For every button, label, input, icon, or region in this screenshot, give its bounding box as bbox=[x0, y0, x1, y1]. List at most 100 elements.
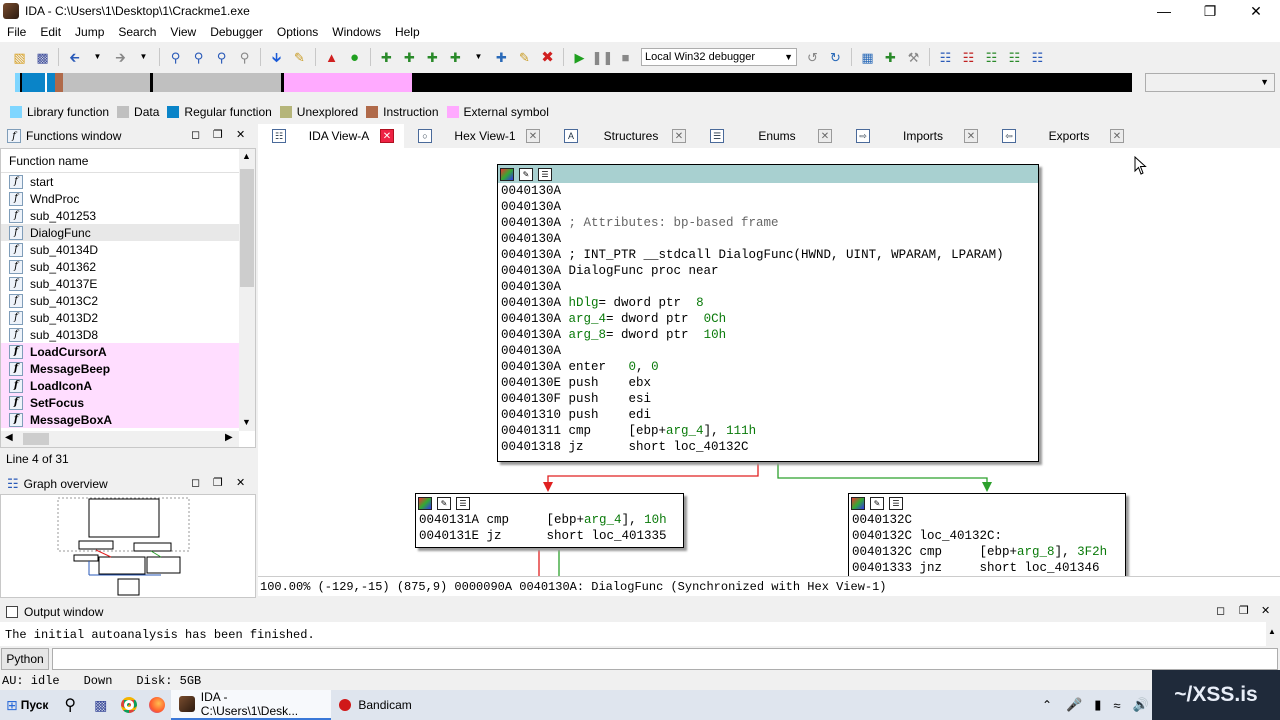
graph-user-xrefs-icon[interactable]: ☷ bbox=[1006, 48, 1024, 66]
close-icon[interactable]: ✕ bbox=[672, 129, 686, 143]
step-over-icon[interactable]: ↻ bbox=[827, 48, 845, 66]
back-arrow-icon[interactable]: 🡰 bbox=[66, 48, 84, 66]
code-line[interactable]: 0040130A arg_8= dword ptr 10h bbox=[498, 327, 1038, 343]
add-breakpoint-icon[interactable]: ✚ bbox=[882, 48, 900, 66]
start-button[interactable]: ⊞ Пуск bbox=[0, 690, 54, 720]
function-item[interactable]: f sub_40137E bbox=[1, 275, 239, 292]
create-data-icon[interactable]: ✚ bbox=[401, 48, 419, 66]
jump-down-arrow-icon[interactable]: 🡳 bbox=[268, 48, 286, 66]
save-disk-icon[interactable]: ▩ bbox=[86, 690, 115, 720]
delete-x-icon[interactable]: ✖ bbox=[539, 48, 557, 66]
pause-icon[interactable]: ❚❚ bbox=[592, 48, 614, 66]
node-color-icon[interactable] bbox=[851, 496, 865, 510]
function-item[interactable]: f sub_40134D bbox=[1, 241, 239, 258]
navigation-band[interactable] bbox=[15, 73, 1132, 92]
functions-vertical-scrollbar[interactable]: ▲ ▼ bbox=[239, 149, 255, 431]
taskbar-task-ida[interactable]: IDA - C:\Users\1\Desk... bbox=[171, 690, 332, 720]
warning-triangle-icon[interactable]: ▲ bbox=[323, 48, 341, 66]
node-color-icon[interactable] bbox=[500, 167, 514, 181]
function-item[interactable]: f MessageBoxA bbox=[1, 411, 239, 428]
code-line[interactable]: 0040130A enter 0, 0 bbox=[498, 359, 1038, 375]
search-next-icon[interactable]: ⚲ bbox=[236, 48, 254, 66]
float-window-icon[interactable]: ◻ bbox=[191, 128, 200, 141]
code-line[interactable]: 0040130A bbox=[498, 279, 1038, 295]
back-dropdown-icon[interactable]: ▼ bbox=[89, 48, 107, 66]
search-binary-icon[interactable]: ⚲ bbox=[190, 48, 208, 66]
create-array-icon[interactable]: ✚ bbox=[447, 48, 465, 66]
menu-help[interactable]: Help bbox=[388, 22, 427, 42]
tools-icon[interactable]: ⚒ bbox=[905, 48, 923, 66]
graph-node-left[interactable]: ✎ ☰ 0040131A cmp [ebp+arg_4], 10h 0040131… bbox=[415, 493, 684, 548]
graph-node-dialogfunc[interactable]: ✎ ☰ 0040130A 0040130A 0040130A ; Attribute… bbox=[497, 164, 1039, 462]
tab-hex-view-1[interactable]: ○ Hex View-1 ✕ bbox=[404, 124, 550, 148]
graph-overview-panel[interactable] bbox=[0, 494, 256, 598]
function-item[interactable]: f SetFocus bbox=[1, 394, 239, 411]
code-line[interactable]: 0040130A bbox=[498, 199, 1038, 215]
tab-structures[interactable]: A Structures ✕ bbox=[550, 124, 696, 148]
code-line[interactable]: 00401310 push edi bbox=[498, 407, 1038, 423]
code-line[interactable]: 0040132C cmp [ebp+arg_8], 3F2h bbox=[849, 544, 1125, 560]
graph-flowchart-icon[interactable]: ☷ bbox=[937, 48, 955, 66]
code-line[interactable]: 0040130A bbox=[498, 343, 1038, 359]
restore-window-icon[interactable]: ❐ bbox=[213, 476, 223, 489]
function-item[interactable]: f start bbox=[1, 173, 239, 190]
function-item[interactable]: f sub_4013D2 bbox=[1, 309, 239, 326]
close-panel-icon[interactable]: ✕ bbox=[1261, 604, 1270, 617]
segments-icon[interactable]: ▦ bbox=[859, 48, 877, 66]
code-line[interactable]: 0040130F push esi bbox=[498, 391, 1038, 407]
stop-icon[interactable]: ■ bbox=[617, 48, 635, 66]
ida-graph-view[interactable]: ✎ ☰ 0040130A 0040130A 0040130A ; Attribute… bbox=[258, 148, 1280, 576]
code-line[interactable]: 0040130A hDlg= dword ptr 8 bbox=[498, 295, 1038, 311]
node-group-icon[interactable]: ☰ bbox=[889, 496, 903, 510]
run-play-icon[interactable]: ▶ bbox=[571, 48, 589, 66]
create-function-icon[interactable]: ✚ bbox=[378, 48, 396, 66]
maximize-button[interactable]: ❐ bbox=[1187, 0, 1233, 22]
code-line[interactable]: 0040130A ; Attributes: bp-based frame bbox=[498, 215, 1038, 231]
search-immediate-icon[interactable]: ⚲ bbox=[213, 48, 231, 66]
menu-options[interactable]: Options bbox=[270, 22, 325, 42]
graph-node-loc-40132c[interactable]: ✎ ☰ 0040132C 0040132C loc_40132C: 0040132C… bbox=[848, 493, 1126, 576]
microphone-icon[interactable]: 🎤 bbox=[1066, 697, 1082, 713]
node-graph-icon[interactable]: ✎ bbox=[437, 496, 451, 510]
menu-file[interactable]: File bbox=[0, 22, 33, 42]
code-line[interactable]: 0040130E push ebx bbox=[498, 375, 1038, 391]
close-panel-icon[interactable]: ✕ bbox=[236, 128, 245, 141]
code-line[interactable]: 0040130A bbox=[498, 231, 1038, 247]
menu-jump[interactable]: Jump bbox=[68, 22, 111, 42]
code-line[interactable]: 0040132C bbox=[849, 512, 1125, 528]
scrollbar-thumb[interactable] bbox=[23, 433, 49, 445]
function-item[interactable]: f sub_4013C2 bbox=[1, 292, 239, 309]
battery-icon[interactable]: ▮ bbox=[1094, 697, 1101, 713]
close-icon[interactable]: ✕ bbox=[1110, 129, 1124, 143]
graph-xrefs-from-icon[interactable]: ☷ bbox=[983, 48, 1001, 66]
search-text-icon[interactable]: ⚲ bbox=[167, 48, 185, 66]
function-name-column-header[interactable]: Function name bbox=[1, 149, 239, 173]
python-command-input[interactable] bbox=[52, 648, 1278, 670]
menu-windows[interactable]: Windows bbox=[325, 22, 388, 42]
chevron-left-icon[interactable]: ◀ bbox=[5, 432, 13, 443]
python-language-button[interactable]: Python bbox=[1, 648, 49, 670]
graph-call-icon[interactable]: ☷ bbox=[1029, 48, 1047, 66]
chevron-down-icon[interactable]: ▼ bbox=[242, 417, 251, 427]
navigation-combo[interactable]: ▼ bbox=[1145, 73, 1275, 92]
tray-chevron-up-icon[interactable]: ⌃ bbox=[1042, 698, 1052, 712]
close-panel-icon[interactable]: ✕ bbox=[236, 476, 245, 489]
node-graph-icon[interactable]: ✎ bbox=[870, 496, 884, 510]
close-icon[interactable]: ✕ bbox=[526, 129, 540, 143]
tab-ida-view-a[interactable]: ☷ IDA View-A ✕ bbox=[258, 124, 404, 148]
code-line[interactable]: 0040130A arg_4= dword ptr 0Ch bbox=[498, 311, 1038, 327]
close-icon[interactable]: ✕ bbox=[964, 129, 978, 143]
float-window-icon[interactable]: ◻ bbox=[1216, 604, 1225, 617]
menu-view[interactable]: View bbox=[163, 22, 203, 42]
create-dropdown-icon[interactable]: ▼ bbox=[470, 48, 488, 66]
create-struct-icon[interactable]: ✚ bbox=[493, 48, 511, 66]
function-item[interactable]: f WndProc bbox=[1, 190, 239, 207]
float-window-icon[interactable]: ◻ bbox=[191, 476, 200, 489]
scrollbar-thumb[interactable] bbox=[240, 169, 254, 287]
close-button[interactable]: ✕ bbox=[1233, 0, 1279, 22]
menu-debugger[interactable]: Debugger bbox=[203, 22, 270, 42]
step-into-icon[interactable]: ↺ bbox=[804, 48, 822, 66]
code-line[interactable]: 00401333 jnz short loc_401346 bbox=[849, 560, 1125, 576]
open-folder-icon[interactable]: ▧ bbox=[11, 48, 29, 66]
taskbar-task-bandicam[interactable]: Bandicam bbox=[331, 690, 431, 720]
